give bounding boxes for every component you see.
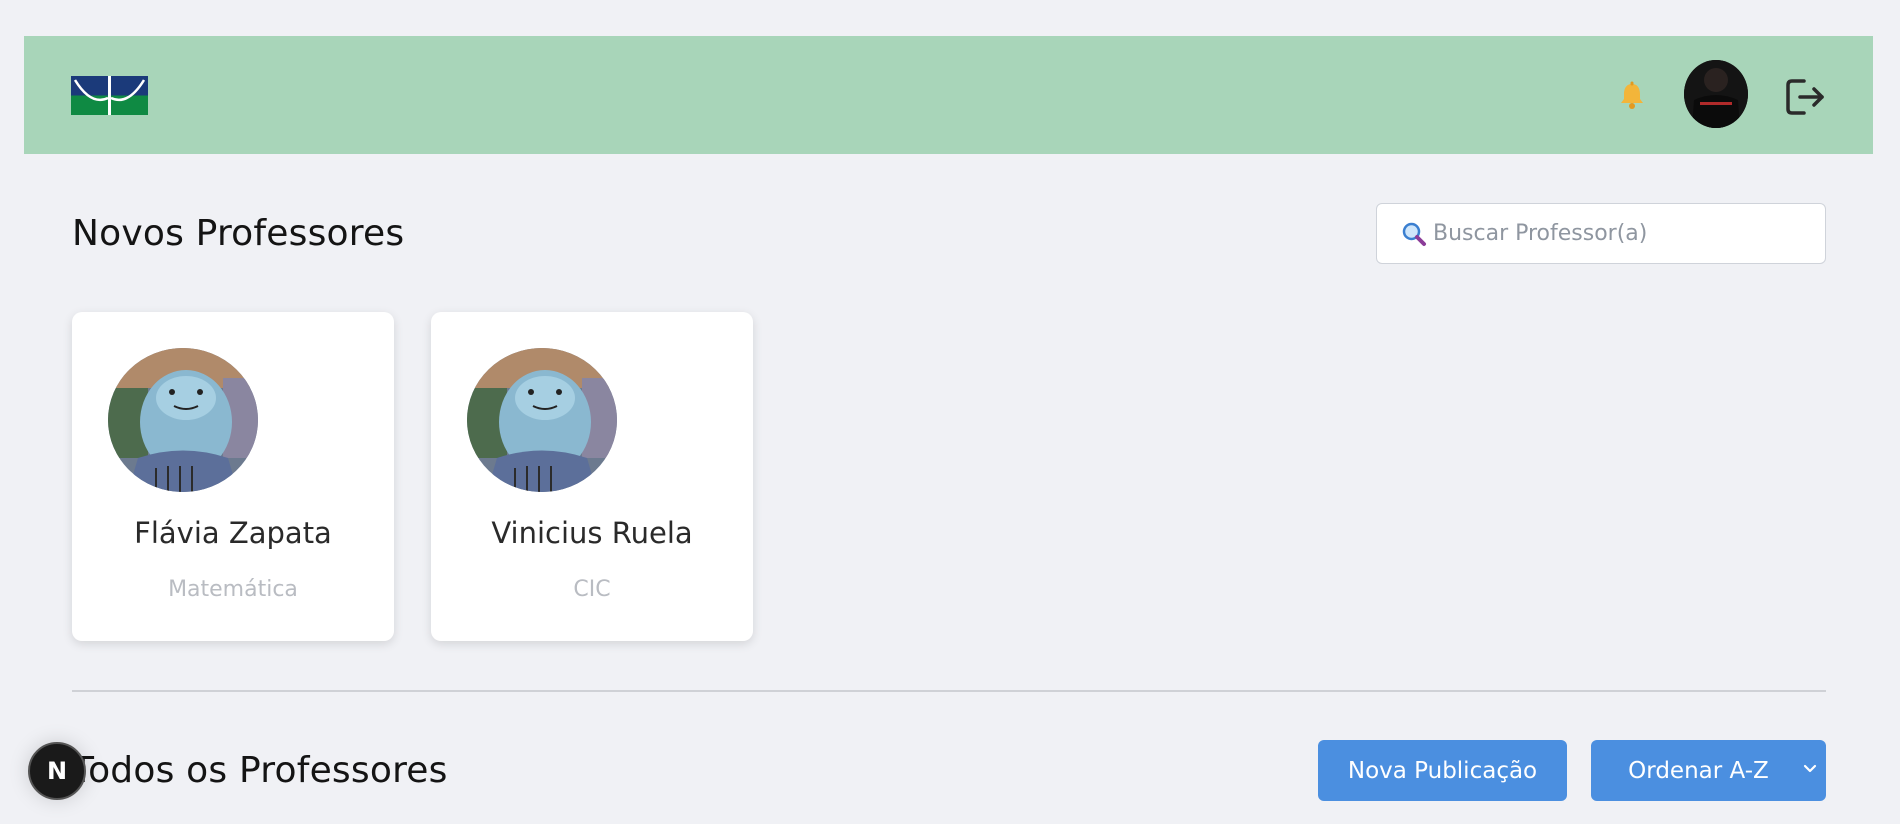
professor-photo [467,348,617,492]
professor-card[interactable]: Flávia Zapata Matemática [72,312,394,641]
user-avatar[interactable] [1684,60,1748,128]
logout-icon[interactable] [1782,73,1830,121]
professor-name: Flávia Zapata [134,516,332,550]
professor-department: Matemática [168,577,298,602]
professor-photo [108,348,258,492]
all-professors-title: Todos os Professores [72,750,448,791]
university-logo[interactable] [71,76,148,115]
chevron-down-icon [1803,764,1817,773]
dev-tools-badge[interactable]: N [28,742,86,800]
top-navbar [24,36,1873,154]
professor-card[interactable]: Vinicius Ruela CIC [431,312,753,641]
search-icon [1402,222,1426,246]
new-post-button[interactable]: Nova Publicação [1318,740,1567,801]
bell-icon[interactable] [1617,80,1647,110]
new-professors-title: Novos Professores [72,213,405,254]
section-divider [72,690,1826,692]
search-input[interactable] [1433,221,1813,246]
sort-label: Ordenar A-Z [1628,757,1769,784]
search-box[interactable] [1376,203,1826,264]
professor-name: Vinicius Ruela [491,516,693,550]
professor-department: CIC [573,577,611,602]
sort-select[interactable]: Ordenar A-Z [1591,740,1826,801]
